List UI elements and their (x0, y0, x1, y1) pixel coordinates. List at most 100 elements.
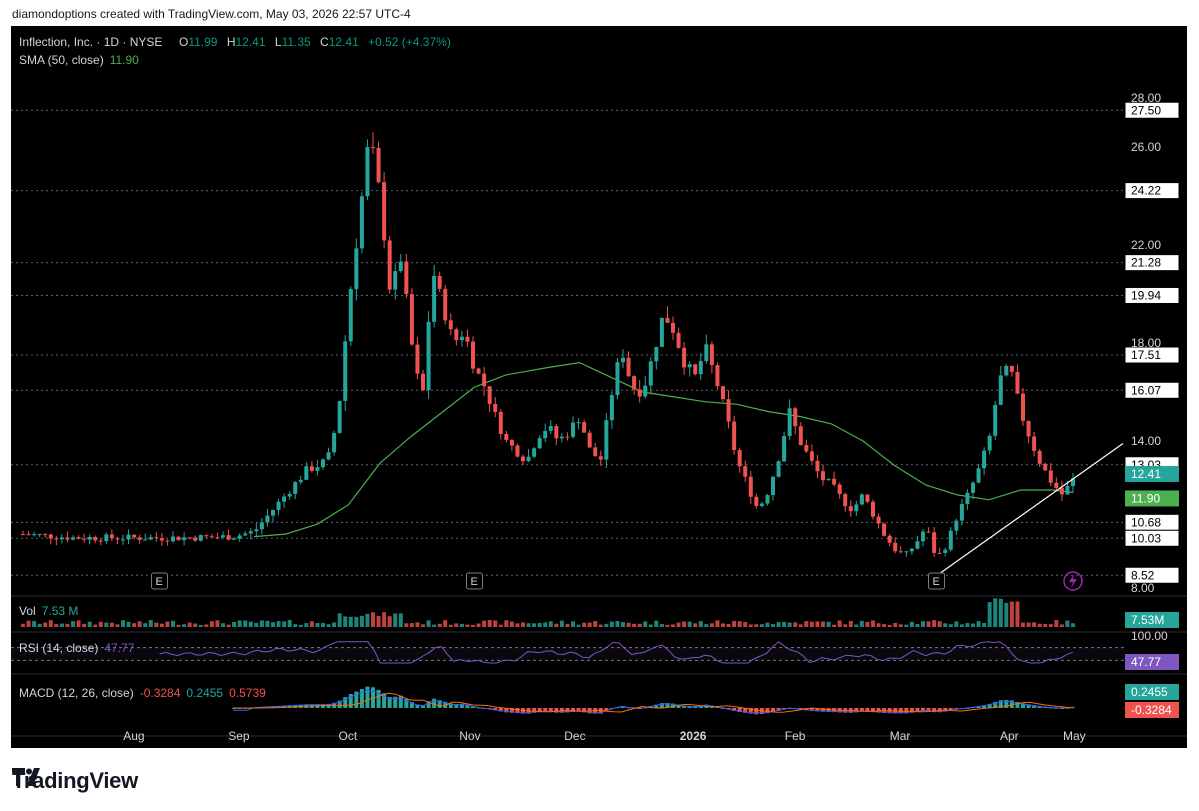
candle-body (704, 344, 709, 362)
candle-body (165, 540, 170, 542)
volume-bar (76, 620, 81, 627)
legend-sma[interactable]: SMA (50, close) 11.90 (19, 53, 139, 67)
volume-bar (115, 624, 120, 627)
candle-body (665, 317, 670, 323)
volume-bar (43, 622, 48, 627)
volume-bar (965, 622, 970, 627)
legend-vol[interactable]: Vol 7.53 M (19, 604, 78, 618)
legend-h-label: H (227, 35, 236, 49)
volume-bar (726, 623, 731, 627)
candle-body (421, 373, 425, 391)
trendline-layer[interactable] (936, 443, 1124, 577)
level-label: 21.28 (1131, 256, 1161, 270)
volume-bar (787, 622, 792, 627)
price-axis[interactable]: 27.5024.2221.2819.9417.5116.0713.0310.68… (1124, 91, 1180, 595)
candle-body (365, 147, 370, 197)
candle-body (804, 445, 809, 452)
candle-body (548, 426, 553, 431)
volume-bar (21, 623, 25, 627)
legend-l-value: 11.35 (282, 35, 311, 49)
candle-body (948, 530, 953, 550)
candle-body (176, 536, 181, 541)
volume-bar (193, 623, 198, 627)
volume-bar (698, 621, 703, 627)
candle-body (904, 551, 909, 553)
candle-body (921, 531, 925, 542)
candle-body (98, 540, 103, 542)
level-label: 10.68 (1131, 515, 1161, 529)
candle-body (582, 422, 587, 433)
volume-bar (71, 621, 75, 627)
volume-bar (87, 621, 92, 627)
candle-body (326, 452, 331, 460)
candle-body (959, 504, 964, 521)
candle-body (226, 535, 231, 540)
candle-body (998, 375, 1003, 405)
volume-bar (26, 620, 31, 627)
price-chart-svg[interactable]: EEE 27.5024.2221.2819.9417.5116.0713.031… (11, 26, 1187, 748)
time-tick-label: Dec (564, 729, 585, 743)
earnings-marker-label: E (471, 576, 478, 588)
legend-symbol[interactable]: Inflection, Inc. · 1D · NYSE (19, 35, 162, 49)
legend-macd[interactable]: MACD (12, 26, close) -0.3284 0.2455 0.5739 (19, 686, 266, 700)
candle-body (198, 535, 203, 541)
volume-bar (809, 621, 814, 627)
tradingview-brand[interactable]: TradingView (12, 768, 138, 794)
legend-macd-label: MACD (12, 26, close) (19, 686, 134, 700)
legend-vol-value: 7.53 M (42, 604, 79, 618)
volume-bar (487, 620, 492, 627)
candle-body (976, 468, 981, 483)
volume-bar (571, 621, 575, 627)
candle-body (1032, 436, 1037, 451)
volume-bar (598, 624, 603, 627)
chart-frame[interactable]: EEE 27.50 24.22 21.28 19.94 17.51 16.07 13.03 1… (11, 26, 1187, 748)
level-label: 10.03 (1131, 531, 1161, 545)
legend-ohlc: O11.99 H12.41 L11.35 C12.41 +0.52 (+4.37… (179, 35, 451, 49)
volume-bar (821, 621, 825, 627)
volume-bar (126, 621, 131, 627)
candle-body (754, 496, 759, 506)
candle-body (793, 408, 798, 427)
candle-body (426, 321, 431, 391)
candle-body (871, 501, 875, 517)
candle-body (398, 261, 403, 272)
volume-bar (282, 621, 287, 627)
bolt-icon[interactable] (1063, 571, 1083, 591)
volume-bar (343, 616, 348, 627)
volume-bar (632, 623, 637, 627)
volume-bar (648, 624, 653, 627)
candle-body (404, 261, 409, 295)
volume-bar (943, 623, 948, 627)
volume-bar (859, 620, 864, 627)
candle-body (215, 537, 220, 539)
candle-body (309, 466, 314, 471)
volume-bar (993, 598, 998, 627)
candle-body (815, 460, 820, 472)
volume-bar (982, 622, 987, 627)
volume-bar (759, 624, 764, 627)
volume-bar (665, 624, 670, 627)
candle-body (359, 196, 364, 249)
volume-bar (82, 623, 87, 627)
candle-body (293, 482, 298, 494)
volume-bar (948, 624, 953, 627)
volume-bar (326, 624, 331, 627)
candle-body (537, 438, 542, 449)
legend-c-label: C (320, 35, 329, 49)
candle-body (221, 535, 225, 538)
volume-bar (737, 621, 742, 627)
volume-bar (471, 624, 475, 627)
volume-bar (1059, 624, 1064, 627)
volume-bar (604, 623, 609, 627)
volume-bar (1015, 601, 1020, 627)
volume-bar (748, 624, 753, 627)
candle-body (521, 456, 525, 462)
candle-body (687, 364, 692, 368)
candle-body (87, 537, 92, 540)
volume-bar (565, 623, 570, 627)
volume-bar (109, 622, 114, 627)
legend-rsi[interactable]: RSI (14, close) 47.77 (19, 641, 135, 655)
candle-body (132, 534, 137, 538)
volume-bar (148, 620, 153, 627)
volume-bar (548, 621, 553, 627)
